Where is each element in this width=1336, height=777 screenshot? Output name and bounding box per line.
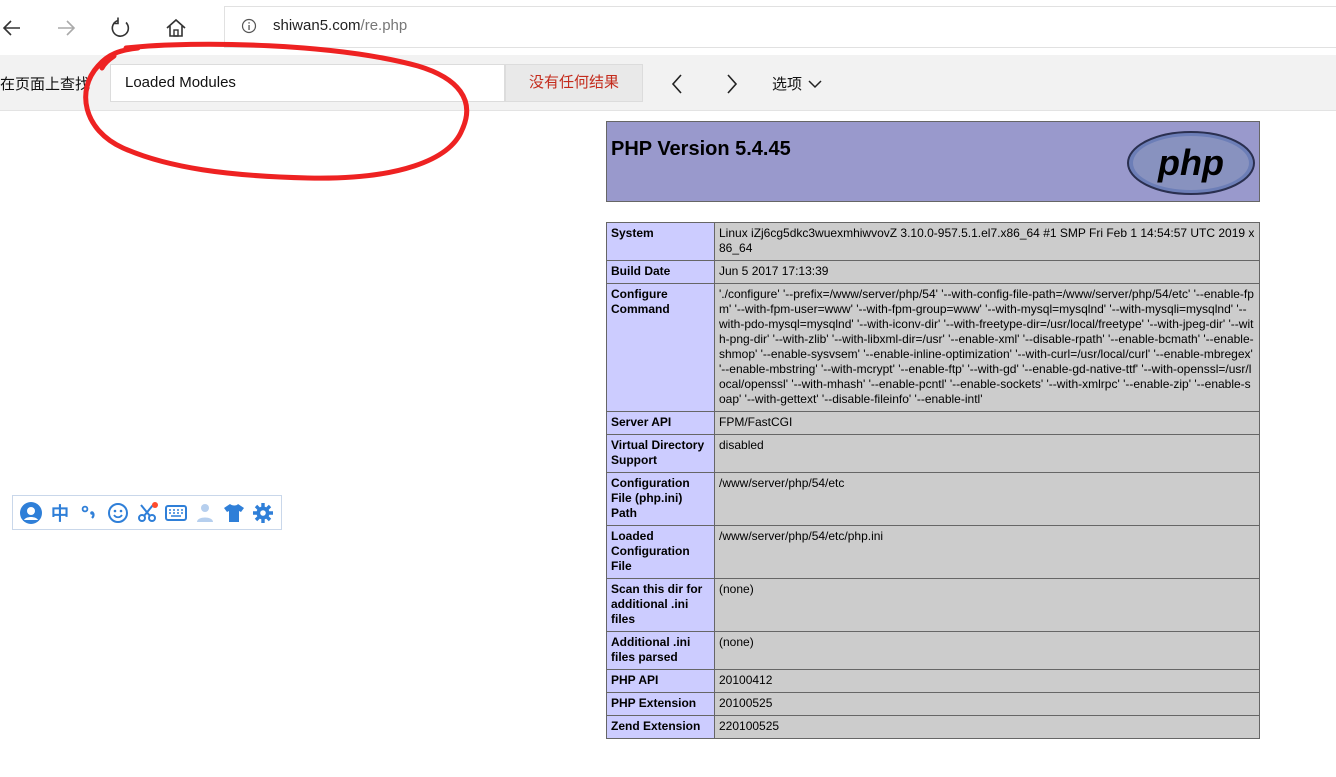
row-key: Additional .ini files parsed <box>606 631 715 670</box>
php-version-title: PHP Version 5.4.45 <box>611 138 791 160</box>
row-value: 220100525 <box>714 715 1260 739</box>
forward-arrow-icon <box>58 20 76 36</box>
url-host: shiwan5.com <box>273 17 361 34</box>
row-value: (none) <box>714 631 1260 670</box>
phpinfo-table: System Linux iZj6cg5dkc3wuexmhiwvovZ 3.10… <box>606 222 1260 739</box>
row-key: Configure Command <box>606 283 715 412</box>
row-key: Virtual Directory Support <box>606 434 715 473</box>
ime-toolbar: 中 <box>12 495 282 530</box>
row-value: /www/server/php/54/etc <box>714 472 1260 526</box>
info-icon[interactable] <box>241 18 257 39</box>
url-text: shiwan5.com/re.php <box>273 17 407 34</box>
php-logo[interactable]: php <box>1126 130 1256 196</box>
row-value: disabled <box>714 434 1260 473</box>
row-value: /www/server/php/54/etc/php.ini <box>714 525 1260 579</box>
table-row: PHP Extension 20100525 <box>606 692 1260 716</box>
table-row: Server API FPM/FastCGI <box>606 411 1260 435</box>
row-key: PHP API <box>606 669 715 693</box>
find-options-button[interactable]: 选项 <box>772 73 822 94</box>
person-icon[interactable] <box>193 501 217 525</box>
find-bar: 在页面上查找 Loaded Modules 没有任何结果 选项 <box>0 55 1336 111</box>
url-path: /re.php <box>360 17 408 34</box>
phpinfo-header: PHP Version 5.4.45 php <box>606 121 1260 202</box>
row-key: System <box>606 222 715 261</box>
php-logo-text: php <box>1157 142 1224 183</box>
table-row: Configure Command './configure' '--prefix… <box>606 283 1260 412</box>
row-key: Server API <box>606 411 715 435</box>
scissors-icon[interactable] <box>135 501 159 525</box>
input-mode-label[interactable]: 中 <box>48 501 72 525</box>
table-row: System Linux iZj6cg5dkc3wuexmhiwvovZ 3.10… <box>606 222 1260 261</box>
table-row: PHP API 20100412 <box>606 669 1260 693</box>
chevron-right-icon <box>727 74 738 94</box>
skin-icon[interactable] <box>222 501 246 525</box>
keyboard-icon[interactable] <box>164 501 188 525</box>
options-label: 选项 <box>772 76 803 93</box>
find-input[interactable]: Loaded Modules <box>110 64 505 102</box>
row-key: PHP Extension <box>606 692 715 716</box>
find-previous-button[interactable] <box>662 69 692 99</box>
row-key: Loaded Configuration File <box>606 525 715 579</box>
refresh-icon <box>111 17 130 37</box>
chevron-down-icon <box>808 79 822 88</box>
punctuation-icon[interactable] <box>77 501 101 525</box>
forward-button[interactable] <box>46 8 86 48</box>
row-value: FPM/FastCGI <box>714 411 1260 435</box>
back-arrow-icon <box>2 20 20 36</box>
address-bar[interactable]: shiwan5.com/re.php <box>224 6 1336 48</box>
row-value: Linux iZj6cg5dkc3wuexmhiwvovZ 3.10.0-957… <box>714 222 1260 261</box>
row-value: (none) <box>714 578 1260 632</box>
back-button[interactable] <box>0 8 32 48</box>
table-row: Build Date Jun 5 2017 17:13:39 <box>606 260 1260 284</box>
row-value: 20100412 <box>714 669 1260 693</box>
row-value: Jun 5 2017 17:13:39 <box>714 260 1260 284</box>
row-value: 20100525 <box>714 692 1260 716</box>
table-row: Zend Extension 220100525 <box>606 715 1260 739</box>
settings-icon[interactable] <box>251 501 275 525</box>
chevron-left-icon <box>671 74 682 94</box>
row-key: Zend Extension <box>606 715 715 739</box>
find-next-button[interactable] <box>717 69 747 99</box>
user-icon[interactable] <box>19 501 43 525</box>
table-row: Loaded Configuration File/www/server/php… <box>606 525 1260 579</box>
row-key: Build Date <box>606 260 715 284</box>
table-row: Scan this dir for additional .ini files(… <box>606 578 1260 632</box>
table-row: Configuration File (php.ini) Path/www/se… <box>606 472 1260 526</box>
table-row: Virtual Directory Support disabled <box>606 434 1260 473</box>
find-result-status: 没有任何结果 <box>505 64 643 102</box>
find-label: 在页面上查找 <box>0 76 91 93</box>
row-key: Scan this dir for additional .ini files <box>606 578 715 632</box>
table-row: Additional .ini files parsed (none) <box>606 631 1260 670</box>
browser-toolbar: shiwan5.com/re.php <box>0 0 1336 55</box>
home-icon <box>166 18 186 37</box>
row-key: Configuration File (php.ini) Path <box>606 472 715 526</box>
home-button[interactable] <box>156 8 196 48</box>
row-value: './configure' '--prefix=/www/server/php/… <box>714 283 1260 412</box>
refresh-button[interactable] <box>101 8 141 48</box>
emoji-icon[interactable] <box>106 501 130 525</box>
